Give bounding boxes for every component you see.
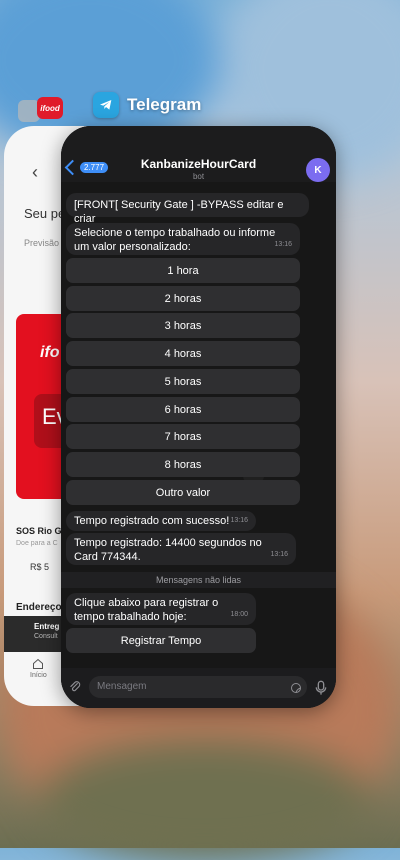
keyboard-button[interactable]: 6 horas — [66, 397, 300, 422]
keyboard-button[interactable]: 2 horas — [66, 286, 300, 311]
item-subtitle: Doe para a C — [16, 540, 58, 547]
back-icon: ‹ — [32, 162, 38, 182]
message-time: 13:16 — [270, 551, 288, 558]
message-input-bar: Mensagem — [61, 668, 336, 708]
address-label: Endereço — [16, 602, 62, 613]
greeting: Seu pe — [24, 206, 66, 221]
telegram-icon — [93, 92, 119, 118]
delivery-title: Entreg — [34, 622, 60, 631]
delivery-sub: Consult — [34, 633, 58, 640]
forecast-label: Previsão — [24, 238, 60, 248]
app-switcher-header: Telegram — [93, 92, 201, 118]
keyboard-button[interactable]: 3 horas — [66, 313, 300, 338]
message-bubble: [FRONT[ Security Gate ] -BYPASS editar e… — [66, 193, 309, 225]
message-text: Tempo registrado com sucesso! — [74, 515, 230, 527]
item-price: R$ 5 — [30, 562, 50, 572]
register-time-button[interactable]: Registrar Tempo — [66, 628, 256, 653]
keyboard-button[interactable]: 5 horas — [66, 369, 300, 394]
keyboard-button[interactable]: 7 horas — [66, 424, 300, 449]
chat-title[interactable]: KanbanizeHourCard — [61, 157, 336, 171]
keyboard-button[interactable]: Outro valor — [66, 480, 300, 505]
tab-home: Início — [30, 658, 47, 679]
keyboard-button[interactable]: 4 horas — [66, 341, 300, 366]
unread-divider: Mensagens não lidas — [61, 572, 336, 588]
sticker-icon[interactable] — [290, 682, 302, 694]
keyboard-button[interactable]: 8 horas — [66, 452, 300, 477]
message-time: 13:16 — [230, 517, 248, 524]
message-text: Selecione o tempo trabalhado ou informe … — [74, 227, 276, 253]
home-icon — [33, 658, 44, 669]
message-time: 18:00 — [230, 611, 248, 618]
telegram-app-card[interactable]: 2.777 KanbanizeHourCard bot K [FRONT[ Se… — [61, 126, 336, 708]
paperclip-icon[interactable] — [68, 680, 82, 694]
banner-brand: ifo — [40, 344, 60, 361]
message-text: Clique abaixo para registrar o tempo tra… — [74, 597, 219, 623]
app-title: Telegram — [127, 95, 202, 114]
message-bubble: Tempo registrado: 14400 segundos no Card… — [66, 533, 296, 565]
message-bubble: Clique abaixo para registrar o tempo tra… — [66, 593, 256, 625]
avatar[interactable]: K — [306, 158, 330, 182]
ifood-icon[interactable]: ifood — [37, 97, 63, 119]
message-bubble: Selecione o tempo trabalhado ou informe … — [66, 223, 300, 255]
message-input[interactable]: Mensagem — [89, 676, 307, 698]
chat-header: 2.777 KanbanizeHourCard bot K — [61, 126, 336, 182]
chat-subtitle: bot — [192, 172, 205, 181]
message-text: Tempo registrado: 14400 segundos no Card… — [74, 537, 262, 563]
message-bubble: Tempo registrado com sucesso! 13:16 — [66, 511, 256, 531]
message-time: 13:16 — [274, 241, 292, 248]
microphone-icon[interactable] — [315, 680, 327, 696]
keyboard-button[interactable]: 1 hora — [66, 258, 300, 283]
